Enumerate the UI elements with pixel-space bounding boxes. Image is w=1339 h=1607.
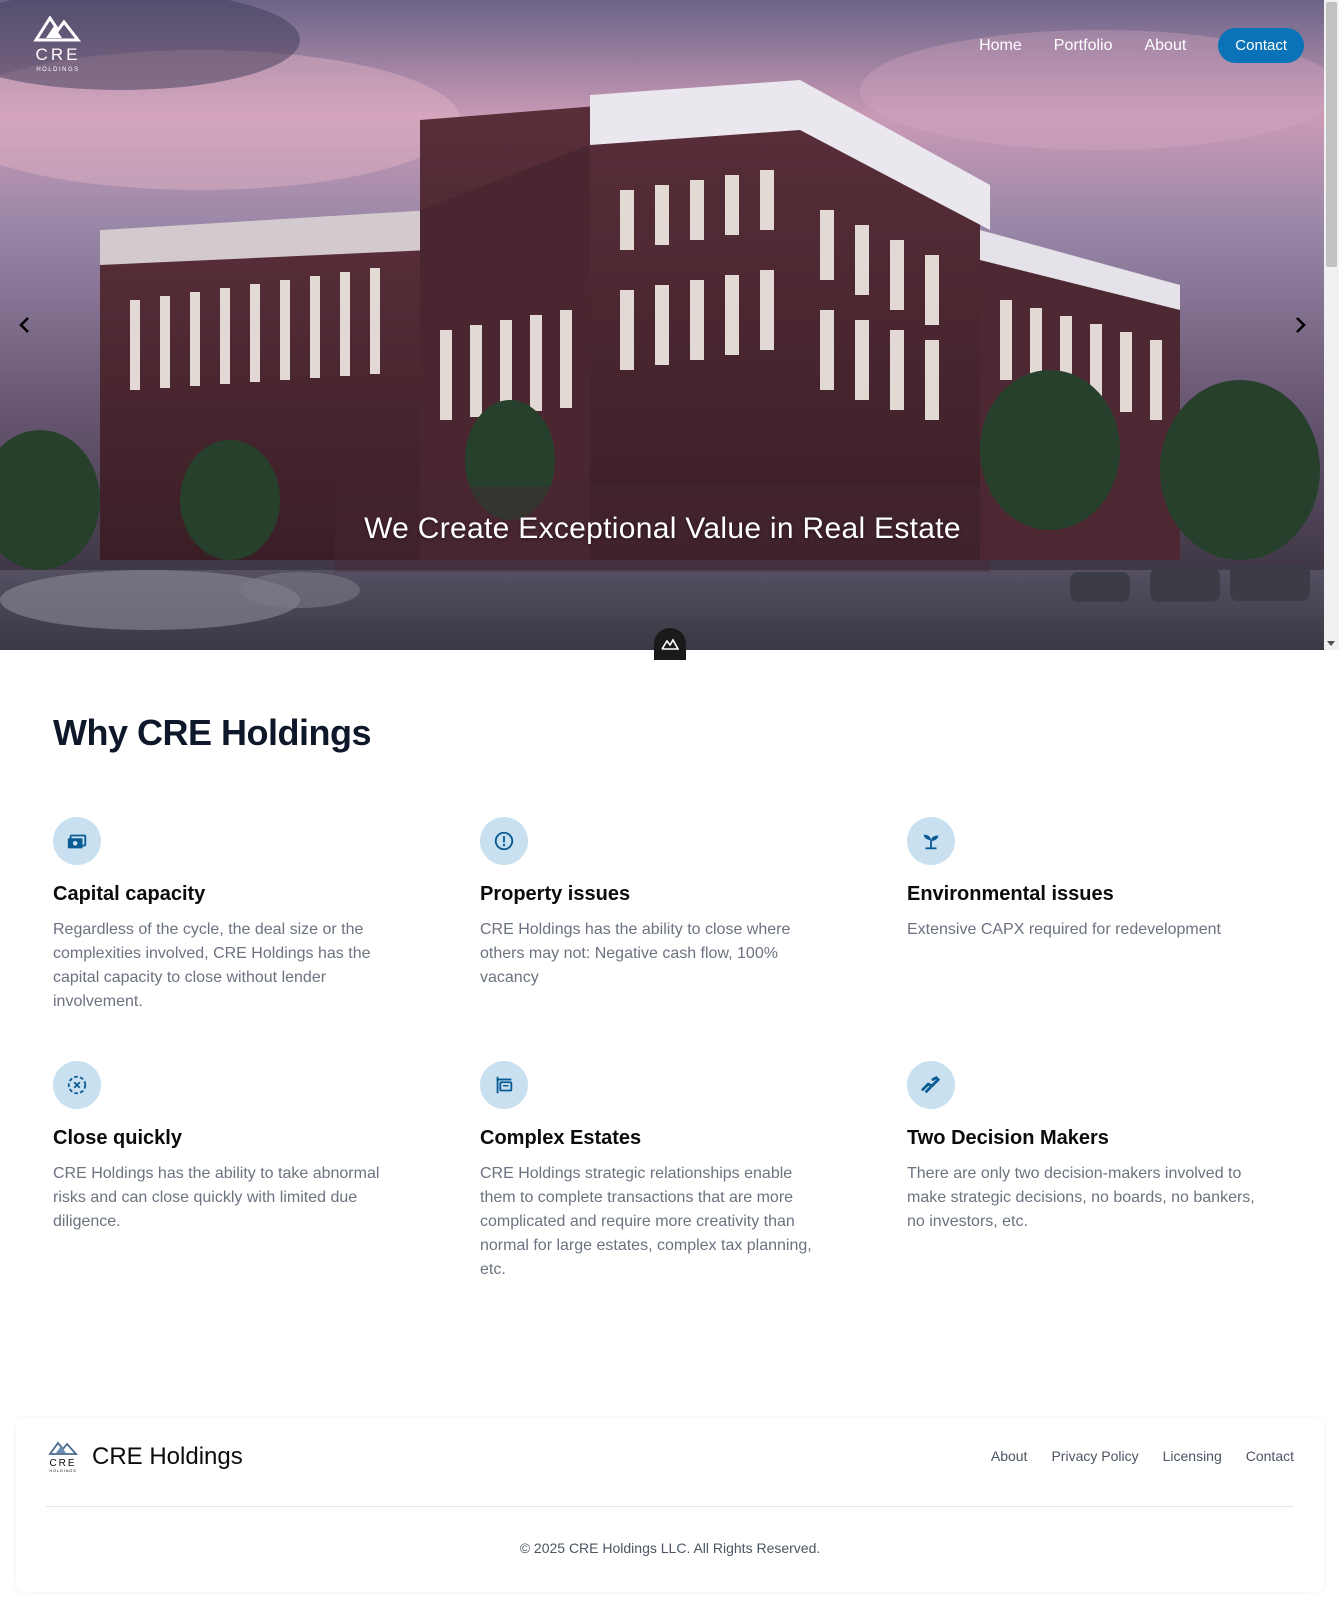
feature-title: Capital capacity xyxy=(53,883,206,905)
feature-icon-circle xyxy=(907,1061,955,1109)
scroll-down-badge[interactable] xyxy=(654,628,686,660)
footer-links: About Privacy Policy Licensing Contact xyxy=(991,1448,1294,1464)
svg-text:CRE: CRE xyxy=(36,45,81,64)
footer-copyright: © 2025 CRE Holdings LLC. All Rights Rese… xyxy=(519,1540,821,1556)
contact-button[interactable]: Contact xyxy=(1218,28,1304,63)
feature-icon-circle xyxy=(480,817,528,865)
footer-link-privacy-policy[interactable]: Privacy Policy xyxy=(1051,1448,1138,1464)
handshake-icon xyxy=(921,1076,940,1093)
feature-title: Complex Estates xyxy=(480,1127,642,1149)
feature-icon-circle xyxy=(907,817,955,865)
footer-brand[interactable]: CRE HOLDINGS CRE Holdings xyxy=(46,1440,243,1474)
logo-icon: CRE HOLDINGS xyxy=(33,15,82,73)
hero-caption-box: We Create Exceptional Value in Real Esta… xyxy=(335,486,990,572)
feature-capital-capacity: Capital capacity Regardless of the cycle… xyxy=(53,817,403,1014)
footer-brand-name: CRE Holdings xyxy=(92,1443,243,1470)
carousel-prev-button[interactable] xyxy=(10,310,40,340)
scrollbar-down-arrow[interactable] xyxy=(1327,641,1335,646)
feature-text: CRE Holdings has the ability to close wh… xyxy=(480,921,791,986)
mountain-icon xyxy=(661,638,679,650)
feature-icon-circle xyxy=(480,1061,528,1109)
feature-text: Extensive CAPX required for redevelopmen… xyxy=(907,921,1221,938)
feature-property-issues: Property issues CRE Holdings has the abi… xyxy=(480,817,830,990)
hero-caption: We Create Exceptional Value in Real Esta… xyxy=(364,512,961,545)
footer-logo-icon: CRE HOLDINGS xyxy=(48,1441,79,1473)
feature-environmental-issues: Environmental issues Extensive CAPX requ… xyxy=(907,817,1257,942)
footer-link-licensing[interactable]: Licensing xyxy=(1163,1448,1222,1464)
footer-divider xyxy=(46,1506,1294,1507)
feature-text: CRE Holdings has the ability to take abn… xyxy=(53,1165,380,1230)
feature-text: There are only two decision-makers invol… xyxy=(907,1165,1255,1230)
svg-text:HOLDINGS: HOLDINGS xyxy=(36,67,79,73)
feature-icon-circle xyxy=(53,1061,101,1109)
chevron-left-icon xyxy=(19,317,29,333)
nav-about[interactable]: About xyxy=(1144,37,1186,55)
svg-text:HOLDINGS: HOLDINGS xyxy=(49,1468,76,1473)
page-scrollbar[interactable] xyxy=(1324,0,1339,650)
alert-circle-icon xyxy=(494,831,514,851)
feature-close-quickly: Close quickly CRE Holdings has the abili… xyxy=(53,1061,403,1234)
cre-logo[interactable]: CRE HOLDINGS xyxy=(28,15,88,74)
feature-text: Regardless of the cycle, the deal size o… xyxy=(53,921,371,1010)
feature-title: Property issues xyxy=(480,883,631,905)
nav-portfolio[interactable]: Portfolio xyxy=(1054,37,1113,55)
chevron-right-icon xyxy=(1296,317,1306,333)
feature-two-decision-makers: Two Decision Makers There are only two d… xyxy=(907,1061,1257,1234)
hero-carousel: CRE HOLDINGS Home Portfolio About Contac… xyxy=(0,0,1324,650)
plant-icon xyxy=(923,834,939,850)
feature-complex-estates: Complex Estates CRE Holdings strategic r… xyxy=(480,1061,830,1282)
footer: CRE HOLDINGS CRE Holdings About Privacy … xyxy=(16,1418,1324,1592)
footer-link-contact[interactable]: Contact xyxy=(1246,1448,1294,1464)
feature-icon-circle xyxy=(53,817,101,865)
feature-text: CRE Holdings strategic relationships ena… xyxy=(480,1165,812,1278)
why-title: Why CRE Holdings xyxy=(53,712,372,753)
money-icon xyxy=(67,834,87,849)
scrollbar-thumb[interactable] xyxy=(1326,2,1337,267)
timer-off-icon xyxy=(67,1075,87,1095)
feature-title: Environmental issues xyxy=(907,883,1114,905)
main-nav: Home Portfolio About Contact xyxy=(979,28,1304,63)
footer-link-about[interactable]: About xyxy=(991,1448,1028,1464)
carousel-next-button[interactable] xyxy=(1285,310,1315,340)
nav-home[interactable]: Home xyxy=(979,37,1022,55)
feature-title: Two Decision Makers xyxy=(907,1127,1109,1149)
estate-sign-icon xyxy=(496,1076,513,1094)
feature-title: Close quickly xyxy=(53,1127,182,1149)
